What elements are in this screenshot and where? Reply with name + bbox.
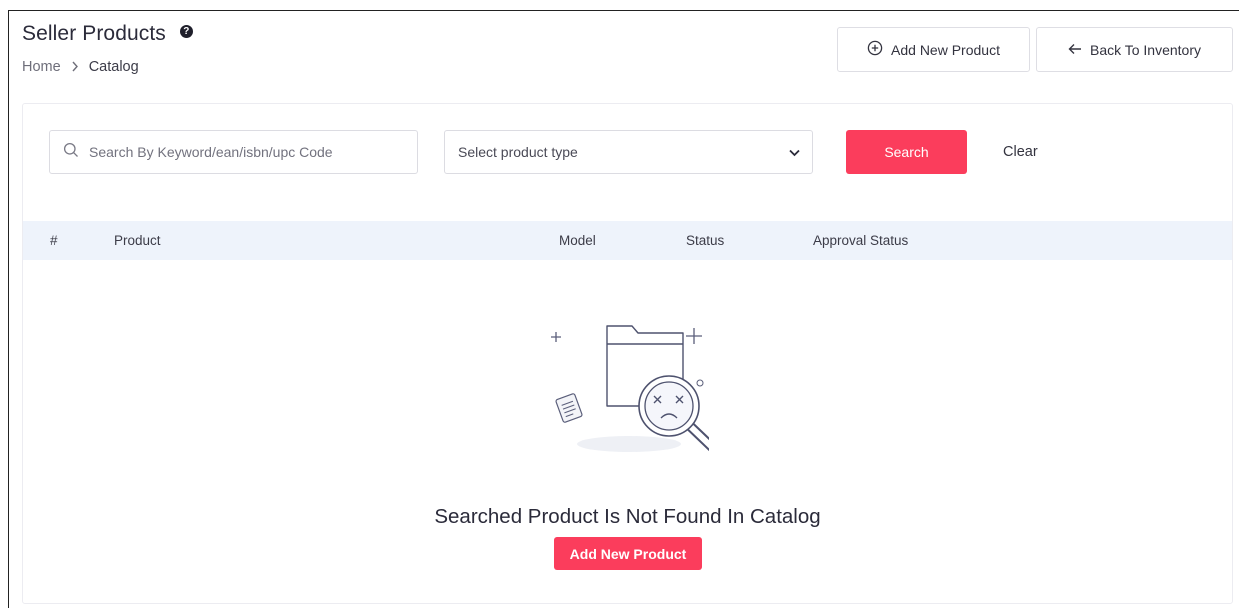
search-icon: [63, 142, 79, 163]
page-title: Seller Products ?: [22, 22, 193, 46]
table-header: # Product Model Status Approval Status: [23, 221, 1232, 260]
search-button[interactable]: Search: [846, 130, 967, 174]
search-field[interactable]: [49, 130, 418, 174]
chevron-down-icon: [789, 144, 800, 160]
chevron-right-icon: [71, 60, 79, 75]
add-new-product-button[interactable]: Add New Product: [837, 27, 1030, 72]
product-type-selected: Select product type: [458, 144, 578, 160]
back-to-inventory-label: Back To Inventory: [1089, 41, 1202, 58]
column-header-approval-status[interactable]: Approval Status: [813, 233, 908, 248]
plus-circle-icon: [867, 40, 883, 59]
catalog-card: Select product type Search Clear # Produ…: [22, 103, 1233, 604]
column-header-model[interactable]: Model: [559, 233, 596, 248]
product-type-select[interactable]: Select product type: [444, 130, 813, 174]
breadcrumb-current: Catalog: [88, 59, 139, 75]
question-circle-icon[interactable]: ?: [179, 24, 193, 38]
breadcrumb: Home Catalog: [22, 59, 139, 75]
search-input[interactable]: [89, 144, 399, 160]
add-new-product-label: Add New Product: [891, 41, 1000, 58]
clear-button[interactable]: Clear: [1003, 144, 1038, 160]
breadcrumb-home[interactable]: Home: [22, 59, 61, 75]
arrow-left-icon: [1068, 42, 1082, 58]
column-header-index: #: [50, 233, 58, 248]
column-header-product[interactable]: Product: [114, 233, 161, 248]
empty-state-add-product-button[interactable]: Add New Product: [554, 537, 702, 570]
column-header-status[interactable]: Status: [686, 233, 724, 248]
back-to-inventory-button[interactable]: Back To Inventory: [1036, 27, 1233, 72]
empty-state-message: Searched Product Is Not Found In Catalog: [434, 505, 821, 528]
empty-folder-search-icon: [549, 324, 719, 464]
page-title-text: Seller Products: [22, 22, 166, 45]
